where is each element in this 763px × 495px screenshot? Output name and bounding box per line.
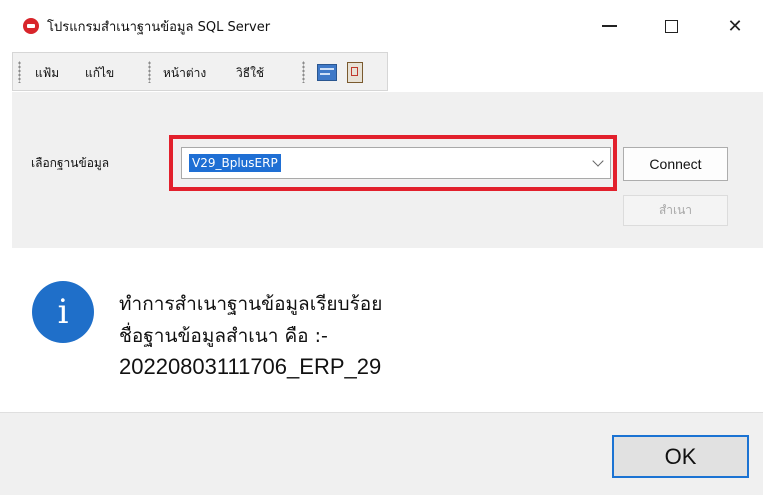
close-icon: ✕ bbox=[727, 15, 743, 37]
maximize-button[interactable] bbox=[648, 10, 694, 42]
connect-button[interactable]: Connect bbox=[623, 147, 728, 181]
minimize-icon bbox=[601, 25, 617, 27]
toolbar-grip[interactable] bbox=[148, 61, 151, 83]
toolbar-grip[interactable] bbox=[302, 61, 305, 83]
highlight-box bbox=[169, 135, 617, 191]
close-button[interactable]: ✕ bbox=[712, 10, 758, 42]
toolbar-grip[interactable] bbox=[18, 61, 21, 83]
database-label: เลือกฐานข้อมูล bbox=[31, 156, 110, 170]
menu-file[interactable]: แฟ้ม bbox=[35, 64, 59, 83]
menu-edit[interactable]: แก้ไข bbox=[85, 64, 114, 83]
message-line-1: ทำการสำเนาฐานข้อมูลเรียบร้อย bbox=[119, 293, 383, 315]
clipboard-icon[interactable] bbox=[347, 62, 363, 83]
minimize-button[interactable] bbox=[586, 10, 632, 42]
message-line-2: ชื่อฐานข้อมูลสำเนา คือ :- bbox=[119, 325, 328, 347]
title-bar: โปรแกรมสำเนาฐานข้อมูล SQL Server ✕ bbox=[0, 0, 763, 52]
ok-button[interactable]: OK bbox=[612, 435, 749, 478]
menu-toolbar: แฟ้ม แก้ไข หน้าต่าง วิธีใช้ bbox=[12, 52, 388, 91]
copy-button[interactable]: สำเนา bbox=[623, 195, 728, 226]
menu-window[interactable]: หน้าต่าง bbox=[163, 64, 206, 83]
message-line-3: 20220803111706_ERP_29 bbox=[119, 354, 382, 379]
app-icon bbox=[23, 18, 39, 34]
info-glyph: i bbox=[57, 292, 69, 332]
window-icon[interactable] bbox=[317, 64, 337, 81]
window-title: โปรแกรมสำเนาฐานข้อมูล SQL Server bbox=[47, 20, 271, 35]
info-icon: i bbox=[32, 281, 94, 343]
maximize-icon bbox=[664, 19, 678, 33]
menu-help[interactable]: วิธีใช้ bbox=[236, 64, 264, 83]
